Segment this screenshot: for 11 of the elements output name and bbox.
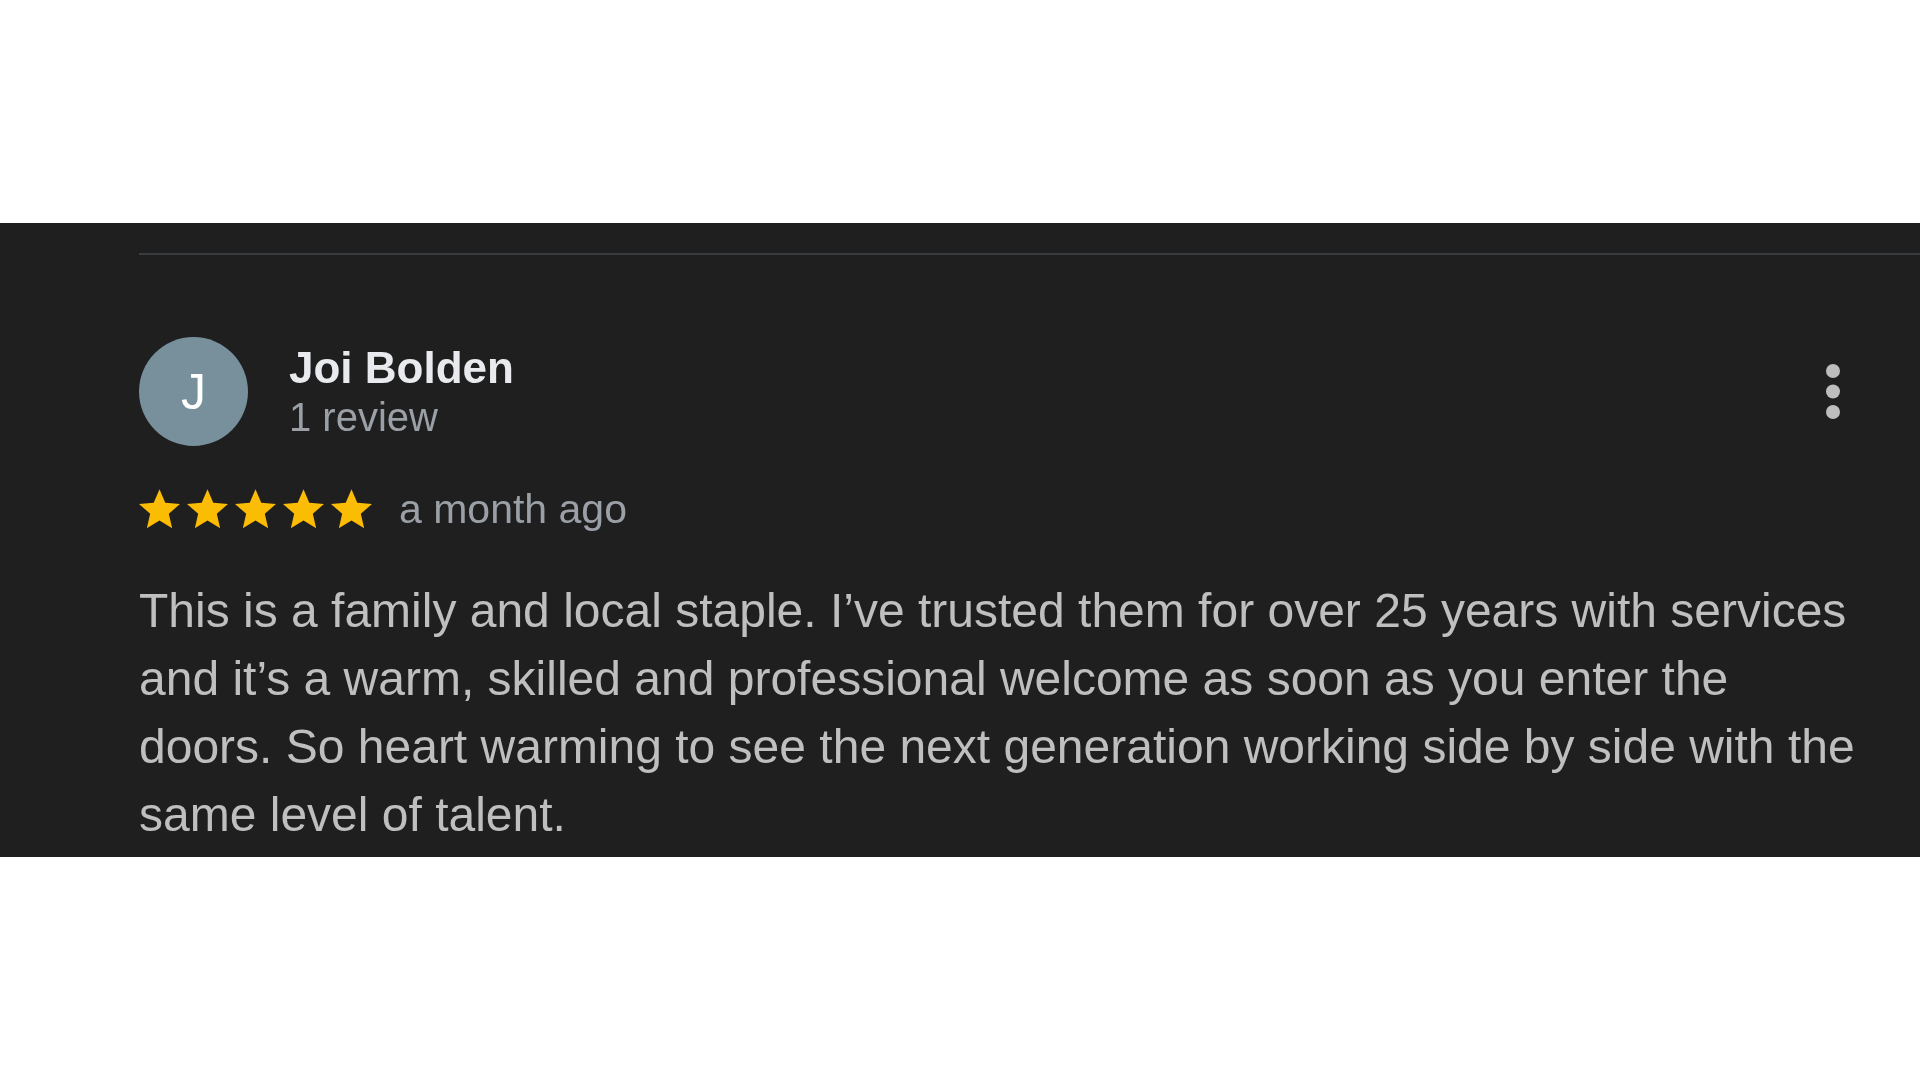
filled-star-icon [235, 489, 276, 529]
more-vertical-icon [1826, 364, 1840, 419]
review-time: a month ago [399, 485, 627, 533]
filled-star-icon [139, 489, 180, 529]
reviewer-name[interactable]: Joi Bolden [289, 342, 514, 393]
filled-star-icon [283, 489, 324, 529]
avatar: J [139, 337, 248, 446]
filled-star-icon [187, 489, 228, 529]
review-text: This is a family and local staple. I’ve trusted them for over 25 years with services and it’s a warm, skilled and professional welcome as soon as you enter the doors. So heart warming to see the next generation working side by side with the same level of talent. [139, 583, 1856, 843]
review-count: 1 review [289, 393, 439, 441]
filled-star-icon [331, 489, 372, 529]
